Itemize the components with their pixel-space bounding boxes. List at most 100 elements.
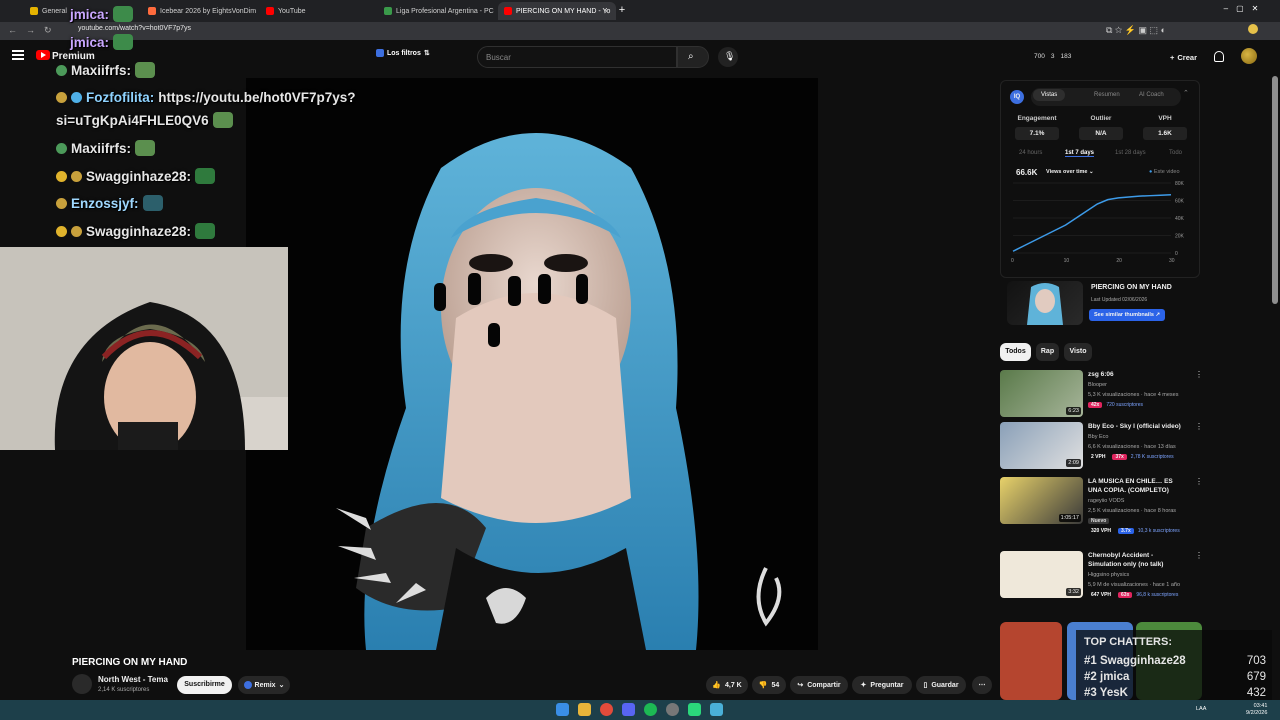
- tab-resumen[interactable]: Resumen: [1094, 92, 1120, 98]
- badge-icon: [56, 142, 67, 154]
- account-avatar[interactable]: [1241, 48, 1257, 64]
- start-icon[interactable]: [556, 703, 569, 716]
- emote-icon: [195, 223, 216, 239]
- remix-button[interactable]: Remix ⌄: [238, 676, 290, 694]
- rec-video[interactable]: 1:05:17 LA MUSICA EN CHILE… ES UNA COPIA…: [1000, 477, 1203, 539]
- metric-label: Engagement: [1017, 115, 1057, 122]
- frog-emote-icon: [212, 112, 233, 128]
- subscribe-button[interactable]: Suscribirme: [177, 676, 232, 694]
- period-all[interactable]: Todo: [1169, 150, 1182, 156]
- mic-button[interactable]: 🎙: [718, 47, 738, 67]
- create-button[interactable]: + Crear: [1164, 47, 1203, 67]
- short-thumbnail[interactable]: [1000, 622, 1062, 700]
- rec-channel[interactable]: Blooper: [1088, 382, 1107, 388]
- spotify-icon[interactable]: [644, 703, 657, 716]
- windows-taskbar: LAA 03:41 9/2/2026: [0, 700, 1280, 720]
- rec-video[interactable]: 2:09 Bby Eco - Sky I (official video) Bb…: [1000, 422, 1203, 470]
- similar-thumbnails-button[interactable]: See similar thumbnails ↗: [1089, 309, 1166, 321]
- ask-button[interactable]: ✦ Preguntar: [852, 676, 912, 694]
- rec-title[interactable]: LA MUSICA EN CHILE… ES UNA COPIA. (COMPL…: [1088, 477, 1188, 495]
- video-frame-image: [246, 78, 818, 650]
- tab-vistas[interactable]: Vistas: [1033, 89, 1066, 101]
- rec-title[interactable]: zsg 6:06: [1088, 370, 1188, 379]
- tab-ai-coach[interactable]: AI Coach: [1139, 92, 1164, 98]
- x-tick-label: 30: [1169, 258, 1175, 264]
- new-tab-button[interactable]: +: [616, 4, 628, 16]
- collapse-icon[interactable]: ⌃: [1183, 89, 1189, 97]
- app-icon[interactable]: [666, 703, 679, 716]
- sliders-icon: ⇅: [423, 50, 430, 57]
- rec-title[interactable]: Bby Eco - Sky I (official video): [1088, 422, 1188, 431]
- rec-thumbnail[interactable]: 1:05:17: [1000, 477, 1083, 524]
- rec-channel[interactable]: rageyiio VODS: [1088, 498, 1124, 504]
- emote-icon: [195, 168, 216, 184]
- app-icon[interactable]: [710, 703, 723, 716]
- tab-icebear[interactable]: Icebear 2026 by EightsVonDim: [142, 2, 260, 20]
- more-icon[interactable]: ⋮: [1195, 370, 1203, 379]
- y-tick-label: 40K: [1175, 216, 1185, 222]
- notifications-bell-icon[interactable]: [1214, 51, 1224, 62]
- reload-icon[interactable]: ↻: [44, 25, 52, 36]
- kick-icon[interactable]: [688, 703, 701, 716]
- search-icon: ⌕: [688, 51, 694, 62]
- url-field[interactable]: youtube.com/watch?v=hot0VF7p7ys: [78, 25, 191, 32]
- youtube-logo[interactable]: [36, 50, 50, 60]
- window-controls[interactable]: –▢✕: [1220, 4, 1270, 13]
- page-scrollbar[interactable]: [1272, 76, 1278, 304]
- more-icon[interactable]: ⋮: [1195, 551, 1203, 560]
- badge-icon: [56, 197, 67, 209]
- like-button[interactable]: 👍 4,7 K: [706, 676, 748, 694]
- rec-thumbnail[interactable]: 6:23: [1000, 370, 1083, 417]
- rec-title[interactable]: Chernobyl Accident - Simulation only (no…: [1088, 551, 1188, 569]
- explorer-icon[interactable]: [578, 703, 591, 716]
- back-icon[interactable]: ←: [8, 25, 17, 35]
- tab-piercing[interactable]: PIERCING ON MY HAND - Yo ✕: [498, 2, 616, 20]
- discord-icon[interactable]: [622, 703, 635, 716]
- chat-line: Fozfofilita: https://youtu.be/hot0VF7p7ys…: [56, 90, 356, 105]
- rec-thumbnail[interactable]: 3:32: [1000, 551, 1083, 598]
- dislike-button[interactable]: 👎 54: [752, 676, 786, 694]
- more-actions-button[interactable]: ⋯: [972, 676, 992, 694]
- video-player[interactable]: [246, 78, 818, 650]
- rec-channel[interactable]: Higgsino physics: [1088, 572, 1129, 578]
- browser-tab-strip: General Icebear 2026 by EightsVonDim You…: [0, 0, 1280, 22]
- forward-icon[interactable]: →: [26, 25, 35, 35]
- badge-icon: [56, 225, 67, 237]
- channel-avatar[interactable]: [72, 674, 92, 694]
- emote-icon: [113, 6, 134, 22]
- rec-thumbnail[interactable]: 2:09: [1000, 422, 1083, 469]
- extensions-icon[interactable]: ⧉ ☆ ⚡ ▣ ⬚ ◐: [1106, 25, 1166, 36]
- close-icon[interactable]: ✕: [603, 7, 610, 16]
- search-input[interactable]: Buscar: [477, 46, 677, 68]
- profile-avatar[interactable]: [1248, 24, 1258, 34]
- period-28d[interactable]: 1st 28 days: [1115, 150, 1146, 156]
- chip-rap[interactable]: Rap: [1036, 343, 1059, 361]
- tab-youtube[interactable]: YouTube: [260, 2, 378, 20]
- channel-name[interactable]: North West - Tema: [98, 675, 168, 684]
- clock[interactable]: 03:41 9/2/2026: [1246, 703, 1267, 717]
- header-stats: 700 3 183: [1034, 53, 1071, 60]
- search-button[interactable]: ⌕: [677, 46, 709, 68]
- language-indicator[interactable]: LAA: [1196, 706, 1206, 712]
- more-icon[interactable]: ⋮: [1195, 422, 1203, 431]
- more-icon: ⋯: [978, 682, 986, 689]
- x-tick-label: 20: [1116, 258, 1122, 264]
- chip-visto[interactable]: Visto: [1064, 343, 1092, 361]
- rec-views: 6,6 K visualizaciones · hace 13 días: [1088, 444, 1176, 450]
- menu-icon[interactable]: [12, 50, 24, 60]
- rec-channel[interactable]: Bby Eco: [1088, 434, 1108, 440]
- thumbs-up-icon: 👍: [712, 682, 721, 689]
- period-24h[interactable]: 24 hours: [1019, 150, 1042, 156]
- save-button[interactable]: ▯ Guardar: [916, 676, 966, 694]
- period-7d[interactable]: 1st 7 days: [1065, 150, 1095, 157]
- share-button[interactable]: ↪ Compartir: [790, 676, 848, 694]
- chevron-down-icon: ⌄: [278, 682, 285, 689]
- filters-button[interactable]: Los filtros ⇅: [376, 49, 430, 57]
- rec-video[interactable]: 3:32 Chernobyl Accident - Simulation onl…: [1000, 551, 1203, 599]
- chrome-icon[interactable]: [600, 703, 613, 716]
- tab-liga[interactable]: Liga Profesional Argentina - PC: [378, 2, 496, 20]
- more-icon[interactable]: ⋮: [1195, 477, 1203, 486]
- rec-video[interactable]: 6:23 zsg 6:06 Blooper 5,3 K visualizacio…: [1000, 370, 1203, 418]
- tab-favicon: [384, 7, 392, 15]
- chip-todos[interactable]: Todos: [1000, 343, 1031, 361]
